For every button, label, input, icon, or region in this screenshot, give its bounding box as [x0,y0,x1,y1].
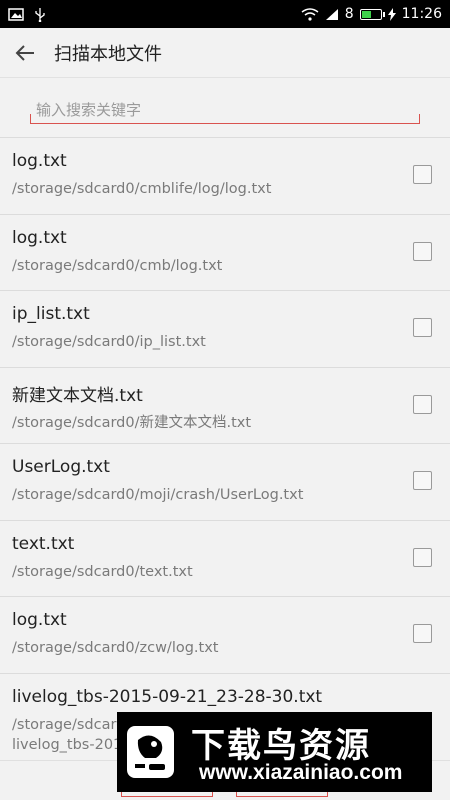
app-bar: 扫描本地文件 [0,28,450,78]
file-path: /storage/sdcard0/cmblife/log/log.txt [12,181,272,197]
battery-icon [359,8,385,20]
page-title: 扫描本地文件 [54,43,162,65]
file-name: text.txt [12,533,75,554]
file-path: /storage/sdcard0/text.txt [12,563,193,580]
file-path: /storage/sdcard0/ip_list.txt [12,334,206,350]
file-path: /storage/sdcard0/cmb/log.txt [12,257,223,274]
arrow-left-icon [15,44,34,61]
wifi-icon [301,7,319,21]
search-area [0,78,450,138]
list-item[interactable]: UserLog.txt /storage/sdcard0/moji/crash/… [0,443,450,520]
watermark-banner: 下载鸟资源 www.xiazainiao.com [117,712,432,792]
bird-logo-icon [127,726,174,778]
select-checkbox[interactable] [413,394,432,414]
back-button[interactable] [0,28,50,78]
select-checkbox[interactable] [413,241,432,261]
file-name: livelog_tbs-2015-09-21_23-28-30.txt [12,686,323,707]
file-list: log.txt /storage/sdcard0/cmblife/log/log… [0,137,450,753]
file-name: log.txt [12,151,67,171]
file-name: ip_list.txt [12,304,90,324]
file-path-continued: livelog_tbs-2015 [12,736,132,753]
list-item[interactable]: 新建文本文档.txt /storage/sdcard0/新建文本文档.txt [0,366,450,443]
list-item[interactable]: log.txt /storage/sdcard0/cmb/log.txt [0,213,450,290]
file-name: 新建文本文档.txt [12,385,143,406]
list-item[interactable]: log.txt /storage/sdcard0/zcw/log.txt [0,596,450,673]
search-underline [30,114,420,124]
file-path: /storage/sdcard0/新建文本文档.txt [12,414,252,431]
file-name: UserLog.txt [12,457,110,477]
select-checkbox[interactable] [413,318,432,337]
watermark-url: www.xiazainiao.com [199,761,403,784]
file-path: /storage/sdcard0/moji/crash/UserLog.txt [12,487,304,503]
file-path: /storage/sdcard0/zcw/log.txt [12,640,219,656]
file-name: log.txt [12,610,67,630]
usb-icon [35,7,45,22]
watermark-title: 下载鸟资源 [191,726,371,766]
status-bar: 8 11:26 [0,0,450,28]
signal-icon [325,8,338,20]
select-checkbox[interactable] [413,471,432,490]
list-item[interactable]: ip_list.txt /storage/sdcard0/ip_list.txt [0,290,450,367]
select-checkbox[interactable] [413,165,432,184]
file-name: log.txt [12,227,67,248]
list-item[interactable]: text.txt /storage/sdcard0/text.txt [0,519,450,596]
image-icon [8,7,24,21]
clock: 11:26 [401,6,442,22]
charging-icon [387,7,396,21]
select-checkbox[interactable] [413,624,432,643]
select-checkbox[interactable] [413,547,432,567]
list-item[interactable]: log.txt /storage/sdcard0/cmblife/log/log… [0,137,450,214]
signal-label: 8 [344,6,354,22]
